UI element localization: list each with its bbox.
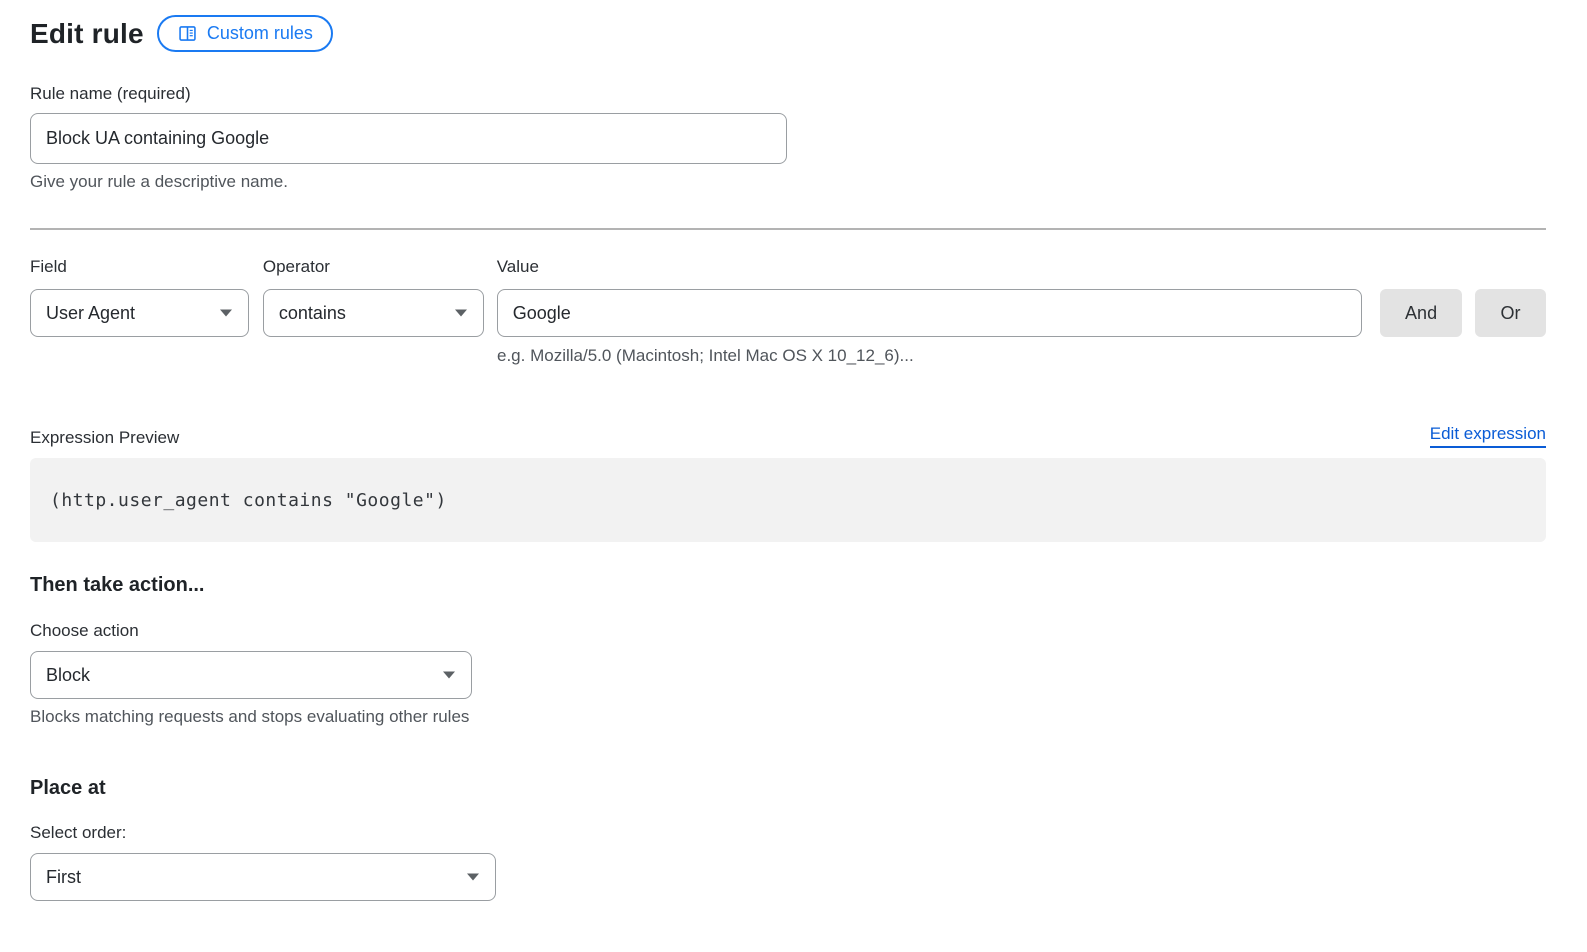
chevron-down-icon — [443, 672, 455, 679]
custom-rules-badge-button[interactable]: Custom rules — [157, 15, 333, 52]
condition-row: Field User Agent Operator contains Value… — [30, 257, 1546, 337]
action-heading: Then take action... — [30, 574, 1546, 597]
choose-action-label: Choose action — [30, 621, 1546, 641]
custom-rules-badge-label: Custom rules — [207, 23, 313, 44]
chevron-down-icon — [455, 310, 467, 317]
rule-name-label: Rule name (required) — [30, 84, 1546, 104]
and-button[interactable]: And — [1380, 289, 1462, 337]
operator-label: Operator — [263, 257, 484, 277]
chevron-down-icon — [220, 310, 232, 317]
chevron-down-icon — [467, 874, 479, 881]
value-column: Value — [497, 257, 1362, 337]
field-select[interactable]: User Agent — [30, 289, 249, 337]
or-button[interactable]: Or — [1475, 289, 1546, 337]
operator-select[interactable]: contains — [263, 289, 484, 337]
operator-select-value: contains — [279, 303, 346, 324]
value-label: Value — [497, 257, 1362, 277]
expression-preview-box: (http.user_agent contains "Google") — [30, 458, 1546, 542]
order-select-value: First — [46, 867, 81, 888]
value-helper: e.g. Mozilla/5.0 (Macintosh; Intel Mac O… — [497, 346, 1546, 366]
select-order-label: Select order: — [30, 823, 1546, 843]
book-icon — [177, 23, 198, 44]
action-helper: Blocks matching requests and stops evalu… — [30, 707, 1546, 727]
operator-column: Operator contains — [263, 257, 484, 337]
edit-rule-page: Edit rule Custom rules Rule name (requir… — [0, 0, 1587, 952]
field-label: Field — [30, 257, 249, 277]
expression-header: Expression Preview Edit expression — [30, 424, 1546, 448]
action-select[interactable]: Block — [30, 651, 472, 699]
rule-name-helper: Give your rule a descriptive name. — [30, 172, 1546, 192]
expression-preview-label: Expression Preview — [30, 428, 179, 448]
field-select-value: User Agent — [46, 303, 135, 324]
page-title: Edit rule — [30, 18, 144, 50]
edit-expression-link[interactable]: Edit expression — [1430, 424, 1546, 448]
expression-code: (http.user_agent contains "Google") — [50, 490, 447, 511]
page-header: Edit rule Custom rules — [30, 15, 1546, 52]
place-at-heading: Place at — [30, 777, 1546, 800]
field-column: Field User Agent — [30, 257, 249, 337]
section-divider — [30, 228, 1546, 230]
action-select-value: Block — [46, 665, 90, 686]
rule-name-input[interactable] — [30, 113, 787, 164]
value-input[interactable] — [497, 289, 1362, 337]
order-select[interactable]: First — [30, 853, 496, 901]
